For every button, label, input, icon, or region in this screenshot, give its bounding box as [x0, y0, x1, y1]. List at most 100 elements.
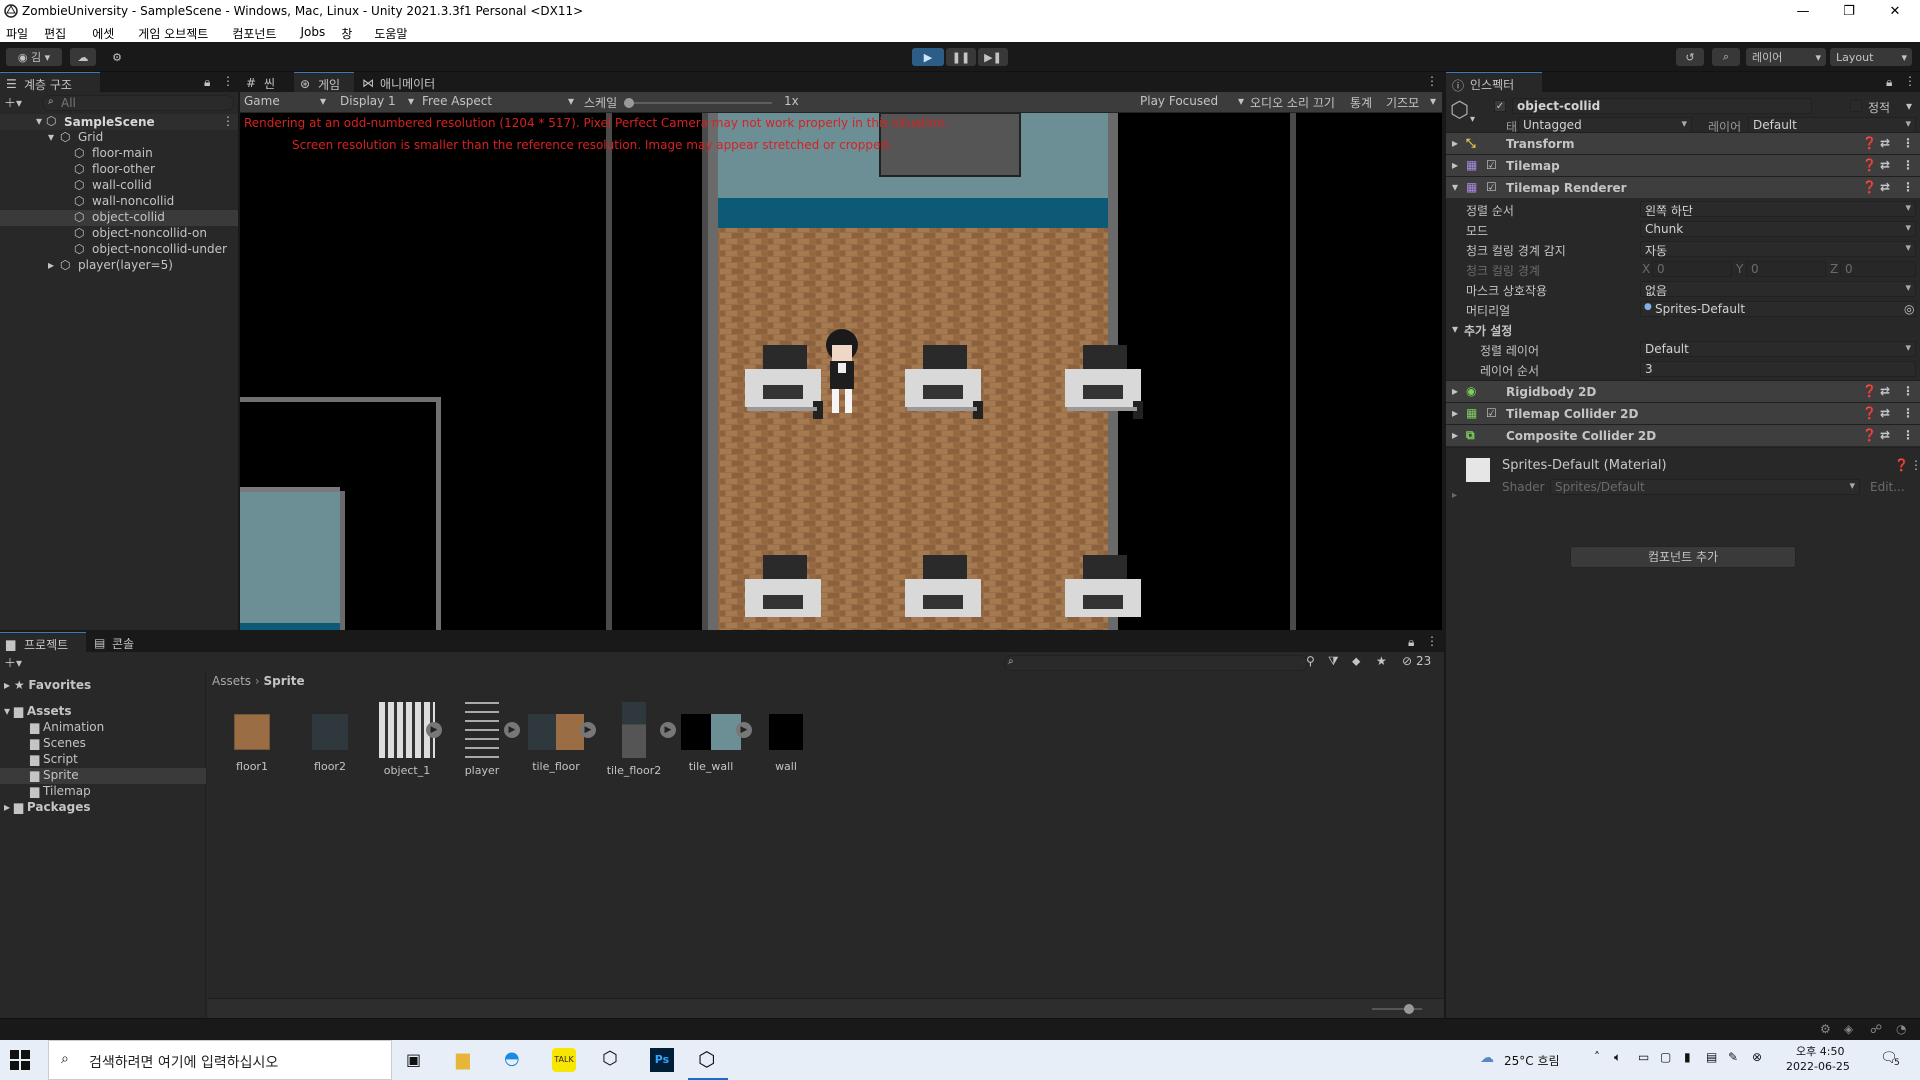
expand-arrow-icon[interactable]: ▾ [1452, 322, 1458, 336]
chevron-down-icon[interactable]: ▾ [1470, 114, 1475, 125]
cache-icon[interactable]: ◈ [1844, 1022, 1853, 1036]
battery-icon[interactable]: ▮ [1684, 1050, 1691, 1064]
icon-size-slider[interactable] [1372, 1008, 1422, 1010]
favorites-row[interactable]: ▸ ★ Favorites [4, 678, 204, 694]
hierarchy-item-selected[interactable]: ⬡ object-collid [0, 210, 238, 226]
detect-chunk-culling-dropdown[interactable]: 자동 [1640, 241, 1916, 258]
asset-item[interactable]: ▶ object_1 [374, 702, 442, 777]
kebab-menu-icon[interactable]: ⋮ [1902, 428, 1914, 442]
kakaotalk-icon[interactable]: TALK [552, 1048, 576, 1072]
collapse-arrow-icon[interactable]: ▸ [1452, 490, 1457, 501]
folder-item[interactable]: ▆ Script [30, 752, 200, 768]
menu-window[interactable]: 창 [333, 22, 360, 42]
layer-dropdown[interactable]: Default [1748, 117, 1916, 133]
file-explorer-icon[interactable]: ▆ [456, 1049, 470, 1070]
object-picker-icon[interactable]: ◎ [1904, 302, 1914, 316]
close-button[interactable]: ✕ [1872, 0, 1918, 22]
component-tilemap[interactable]: ▸ ▦ ☑ Tilemap ❓ ⇄ ⋮ [1446, 154, 1920, 176]
kebab-menu-icon[interactable]: ⋮ [1426, 634, 1438, 648]
folder-item[interactable]: ▆ Animation [30, 720, 200, 736]
tray-chevron-up-icon[interactable]: ˄ [1594, 1050, 1600, 1064]
clock-time[interactable]: 오후 4:50 [1796, 1043, 1844, 1059]
scale-slider[interactable] [624, 102, 772, 104]
component-tilemap-renderer[interactable]: ▾ ▦ ☑ Tilemap Renderer ❓ ⇄ ⋮ [1446, 176, 1920, 198]
step-button[interactable]: ▶❚ [978, 48, 1008, 66]
help-icon[interactable]: ❓ [1862, 158, 1877, 172]
tab-hierarchy[interactable]: ☰ 계층 구조 [0, 72, 100, 92]
expand-sprite-icon[interactable]: ▶ [736, 722, 752, 738]
pause-button[interactable]: ❚❚ [946, 48, 976, 66]
kebab-menu-icon[interactable]: ⋮ [1902, 384, 1914, 398]
expand-sprite-icon[interactable]: ▶ [580, 722, 596, 738]
hierarchy-item[interactable]: ⬡ floor-main [0, 146, 238, 162]
help-icon[interactable]: ❓ [1894, 458, 1909, 472]
component-tilemap-collider[interactable]: ▸ ▦ ☑ Tilemap Collider 2D ❓ ⇄ ⋮ [1446, 402, 1920, 424]
add-object-button[interactable]: ＋▾ [4, 94, 40, 112]
sort-order-dropdown[interactable]: 왼쪽 하단 [1640, 201, 1916, 218]
expand-arrow-icon[interactable]: ▾ [36, 114, 42, 128]
play-focused-dropdown[interactable]: Play Focused ▾ [1140, 94, 1248, 108]
mask-interaction-dropdown[interactable]: 없음 [1640, 281, 1916, 298]
preset-icon[interactable]: ⇄ [1880, 158, 1890, 172]
breadcrumb-item[interactable]: Sprite [264, 674, 305, 688]
packages-row[interactable]: ▸ ▆ Packages [4, 800, 204, 816]
meet-icon[interactable]: ▢ [1660, 1050, 1671, 1064]
kebab-menu-icon[interactable]: ⋮ [1902, 158, 1914, 172]
asset-item[interactable]: ▶ player [454, 702, 520, 777]
material-field[interactable]: Sprites-Default [1640, 301, 1916, 317]
stats-button[interactable]: 통계 [1350, 94, 1372, 111]
search-by-type-icon[interactable]: ⚲ [1306, 654, 1315, 668]
hierarchy-search-input[interactable]: All [42, 95, 234, 111]
lock-icon[interactable]: 🔒︎ [204, 75, 210, 90]
asset-item[interactable]: wall [760, 706, 812, 773]
scale-slider-handle[interactable] [624, 98, 634, 108]
object-name-input[interactable]: object-collid [1512, 98, 1812, 114]
task-view-icon[interactable]: ▣ [406, 1050, 421, 1069]
progress-icon[interactable]: ◔ [1896, 1022, 1906, 1036]
tab-game[interactable]: ⊛ 게임 [294, 72, 354, 92]
static-checkbox[interactable] [1850, 100, 1862, 112]
photoshop-icon[interactable]: Ps [650, 1048, 674, 1072]
menu-file[interactable]: 파일 [0, 22, 36, 42]
layers-dropdown[interactable]: 레이어 ▾ [1746, 48, 1826, 66]
maximize-button[interactable]: ❐ [1826, 0, 1872, 22]
order-in-layer-input[interactable]: 3 [1640, 361, 1916, 377]
enabled-checkbox[interactable]: ☑ [1486, 180, 1497, 194]
clock-date[interactable]: 2022-06-25 [1786, 1060, 1850, 1073]
preset-icon[interactable]: ⇄ [1880, 384, 1890, 398]
folder-item[interactable]: ▆ Scenes [30, 736, 200, 752]
hierarchy-item[interactable]: ⬡ object-noncollid-on [0, 226, 238, 242]
collab-button[interactable]: ⚙ [104, 48, 130, 66]
asset-item[interactable]: ▶ tile_floor [528, 706, 596, 773]
favorite-star-icon[interactable]: ★ [1376, 654, 1387, 668]
unity-editor-icon[interactable]: ⬡ [698, 1047, 715, 1071]
icon-size-slider-handle[interactable] [1404, 1004, 1414, 1014]
collapse-arrow-icon[interactable]: ▸ [48, 258, 54, 272]
pen-icon[interactable]: ✎ [1728, 1050, 1738, 1064]
expand-sprite-icon[interactable]: ▶ [660, 722, 676, 738]
aspect-dropdown[interactable]: Free Aspect ▾ [422, 94, 578, 108]
tag-dropdown[interactable]: Untagged [1518, 117, 1692, 133]
tab-scene[interactable]: # 씬 [240, 72, 292, 92]
lock-icon[interactable]: 🔒︎ [1408, 635, 1414, 650]
kebab-menu-icon[interactable]: ⋮ [1902, 180, 1914, 194]
add-component-button[interactable]: 컴포넌트 추가 [1570, 546, 1796, 568]
asset-item[interactable]: floor2 [302, 706, 358, 773]
hierarchy-item[interactable]: ⬡ object-noncollid-under [0, 242, 238, 258]
minimize-button[interactable]: — [1780, 0, 1826, 22]
component-composite-collider[interactable]: ▸ ⧉ Composite Collider 2D ❓ ⇄ ⋮ [1446, 424, 1920, 446]
folder-item-selected[interactable]: ▆ Sprite [0, 768, 206, 784]
help-icon[interactable]: ❓ [1862, 136, 1877, 150]
account-button[interactable]: ◉ 김 ▾ [6, 48, 62, 66]
hierarchy-item[interactable]: ⬡ floor-other [0, 162, 238, 178]
kebab-menu-icon[interactable]: ⋮ [1902, 136, 1914, 150]
enabled-checkbox[interactable]: ☑ [1486, 158, 1497, 172]
help-icon[interactable]: ❓ [1862, 180, 1877, 194]
kebab-menu-icon[interactable]: ⋮ [222, 74, 234, 88]
chevron-down-icon[interactable]: ▾ [1430, 94, 1436, 108]
hierarchy-item[interactable]: ⬡ wall-collid [0, 178, 238, 194]
component-transform[interactable]: ▸ ⤡ Transform ❓ ⇄ ⋮ [1446, 132, 1920, 154]
windows-start-icon[interactable] [10, 1050, 30, 1070]
kebab-menu-icon[interactable]: ⋮ [1902, 406, 1914, 420]
scene-row[interactable]: ▾ ⬡ SampleScene ⋮ [0, 114, 238, 130]
